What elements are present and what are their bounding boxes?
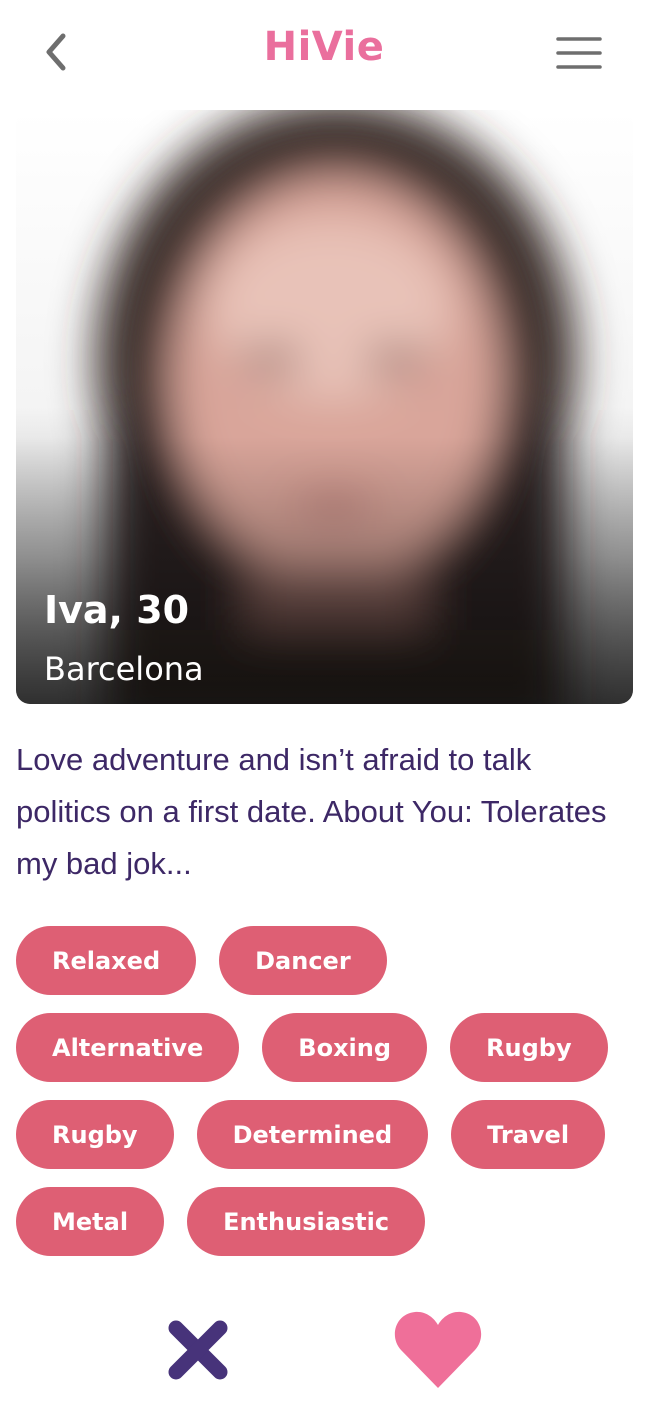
heart-icon bbox=[394, 1311, 482, 1388]
tag-rugby[interactable]: Rugby bbox=[450, 1013, 608, 1082]
app-logo: HiVie bbox=[263, 24, 385, 70]
profile-photo-card[interactable]: Iva, 30 Barcelona bbox=[16, 110, 633, 704]
menu-button[interactable] bbox=[552, 30, 606, 76]
profile-screen: HiVie Iva, 30 Barcelona Love adventure a… bbox=[0, 0, 648, 1406]
app-header: HiVie bbox=[0, 0, 648, 100]
interest-tags: Relaxed Dancer Alternative Boxing Rugby … bbox=[16, 926, 626, 1256]
tag-boxing[interactable]: Boxing bbox=[262, 1013, 428, 1082]
tag-rugby-2[interactable]: Rugby bbox=[16, 1100, 174, 1169]
tag-metal[interactable]: Metal bbox=[16, 1187, 165, 1256]
close-x-icon bbox=[168, 1320, 228, 1380]
profile-bio: Love adventure and isn’t afraid to talk … bbox=[16, 742, 607, 881]
tag-travel[interactable]: Travel bbox=[451, 1100, 606, 1169]
tag-relaxed[interactable]: Relaxed bbox=[16, 926, 197, 995]
tag-alternative[interactable]: Alternative bbox=[16, 1013, 240, 1082]
tag-determined[interactable]: Determined bbox=[196, 1100, 429, 1169]
tag-enthusiastic[interactable]: Enthusiastic bbox=[187, 1187, 426, 1256]
tag-dancer[interactable]: Dancer bbox=[219, 926, 387, 995]
profile-city: Barcelona bbox=[44, 650, 204, 688]
like-button[interactable] bbox=[390, 1306, 486, 1394]
profile-name-age: Iva, 30 bbox=[44, 588, 190, 632]
hamburger-menu-icon bbox=[556, 37, 602, 69]
dislike-button[interactable] bbox=[160, 1312, 236, 1388]
